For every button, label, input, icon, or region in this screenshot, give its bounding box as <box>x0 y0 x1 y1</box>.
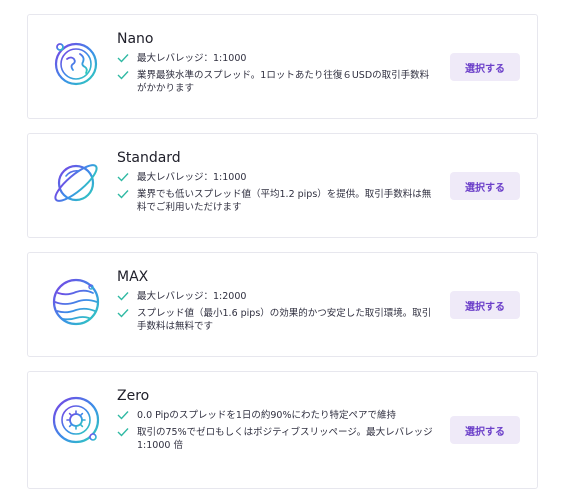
feature-text: 0.0 Pipのスプレッドを1日の約90%にわたり特定ペアで維持 <box>137 410 396 421</box>
feature-item: 最大レバレッジ：1:1000 <box>117 52 437 65</box>
check-icon <box>117 190 129 199</box>
striped-planet-icon <box>52 278 100 326</box>
plan-card-standard: Standard 最大レバレッジ：1:1000 業界でも低いスプレッド値（平均1… <box>27 133 538 238</box>
feature-text: 取引の75%でゼロもしくはポジティブスリッページ。最大レバレッジ 1:1000 … <box>137 427 433 451</box>
feature-item: スプレッド値（最小1.6 pips）の効果的かつ安定した取引環境。取引手数料は無… <box>117 307 437 333</box>
check-icon <box>117 411 129 420</box>
check-icon <box>117 173 129 182</box>
check-icon <box>117 428 129 437</box>
plan-card-nano: Nano 最大レバレッジ：1:1000 業界最狭水準のスプレッド。1ロットあたり… <box>27 14 538 119</box>
feature-text: 最大レバレッジ：1:1000 <box>137 53 247 64</box>
plan-title: MAX <box>117 269 149 285</box>
feature-text: 業界最狭水準のスプレッド。1ロットあたり往復６USDの取引手数料がかかります <box>137 70 430 94</box>
feature-text: 最大レバレッジ：1:1000 <box>137 172 247 183</box>
feature-text: スプレッド値（最小1.6 pips）の効果的かつ安定した取引環境。取引手数料は無… <box>137 308 432 332</box>
check-icon <box>117 54 129 63</box>
feature-item: 最大レバレッジ：1:2000 <box>117 290 437 303</box>
check-icon <box>117 292 129 301</box>
plan-title: Standard <box>117 150 181 166</box>
plan-title: Nano <box>117 31 154 47</box>
globe-icon <box>54 42 98 86</box>
select-button-nano[interactable]: 選択する <box>450 53 520 81</box>
feature-item: 最大レバレッジ：1:1000 <box>117 171 437 184</box>
plan-card-max: MAX 最大レバレッジ：1:2000 スプレッド値（最小1.6 pips）の効果… <box>27 252 538 357</box>
feature-item: 取引の75%でゼロもしくはポジティブスリッページ。最大レバレッジ 1:1000 … <box>117 426 437 452</box>
sun-orbit-icon <box>52 396 100 444</box>
feature-text: 業界でも低いスプレッド値（平均1.2 pips）を提供。取引手数料は無料でご利用… <box>137 189 432 213</box>
select-button-standard[interactable]: 選択する <box>450 172 520 200</box>
feature-item: 0.0 Pipのスプレッドを1日の約90%にわたり特定ペアで維持 <box>117 409 437 422</box>
plan-title: Zero <box>117 388 150 404</box>
feature-text: 最大レバレッジ：1:2000 <box>137 291 247 302</box>
select-button-max[interactable]: 選択する <box>450 291 520 319</box>
planet-ring-icon <box>54 164 98 202</box>
check-icon <box>117 309 129 318</box>
select-button-zero[interactable]: 選択する <box>450 416 520 444</box>
feature-item: 業界でも低いスプレッド値（平均1.2 pips）を提供。取引手数料は無料でご利用… <box>117 188 437 214</box>
feature-item: 業界最狭水準のスプレッド。1ロットあたり往復６USDの取引手数料がかかります <box>117 69 437 95</box>
check-icon <box>117 71 129 80</box>
plan-card-zero: Zero 0.0 Pipのスプレッドを1日の約90%にわたり特定ペアで維持 取引… <box>27 371 538 489</box>
